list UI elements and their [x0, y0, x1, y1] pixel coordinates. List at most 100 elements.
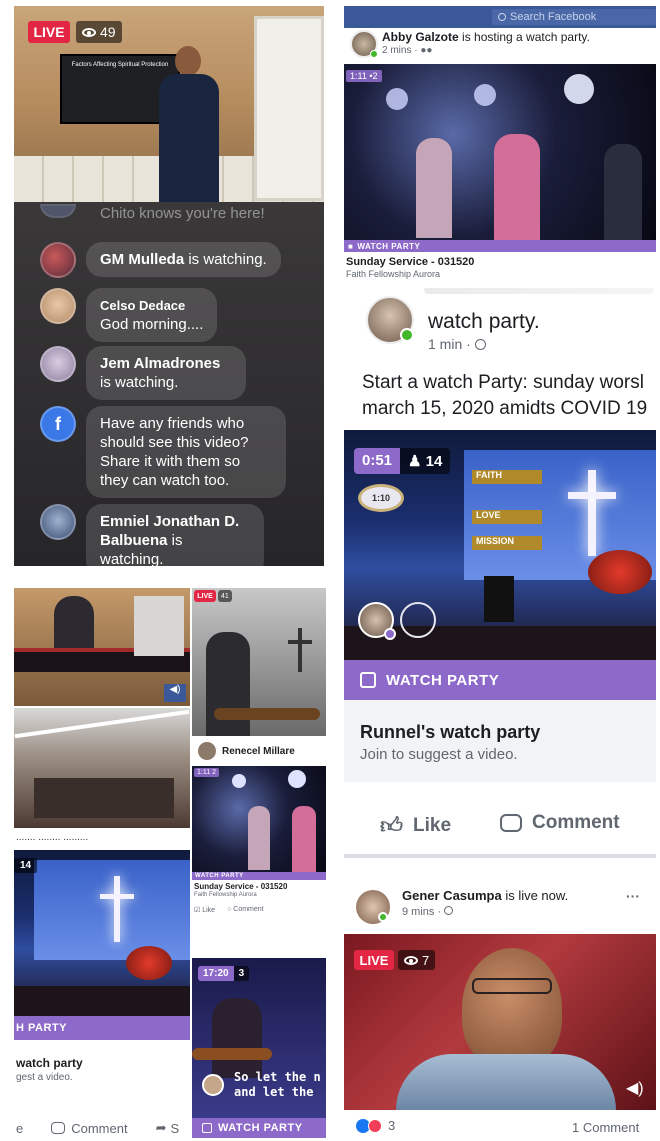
keyboard-player-image[interactable]: ◀)	[14, 588, 190, 706]
participant-avatar[interactable]	[202, 1074, 224, 1096]
guitarist-figure	[206, 632, 250, 736]
video-time-badge: 1:11 2	[194, 768, 219, 777]
live-badge: LIVE	[28, 21, 70, 43]
video-thumbnail[interactable]	[344, 64, 656, 240]
church-interior-image[interactable]	[14, 708, 190, 828]
watch-party-label: WATCH PARTY	[195, 873, 244, 879]
stage-wall	[34, 860, 190, 960]
watch-party-bar[interactable]: WATCH PARTY	[344, 660, 656, 700]
comment-button[interactable]: Comment	[500, 812, 620, 834]
mini-video-thumbnail[interactable]	[192, 766, 326, 872]
live-label: LIVE	[197, 592, 213, 600]
roof-beam	[14, 709, 190, 739]
chat-text: God morning....	[100, 316, 204, 333]
collage-panel: ◀) LIVE 41 Renecel Millare ....... .....…	[14, 588, 326, 1141]
banner-text: LOVE	[476, 510, 501, 520]
avatar[interactable]	[40, 504, 76, 540]
host-name[interactable]: Abby Galzote	[382, 30, 459, 44]
share-prompt-bubble[interactable]: Have any friends who should see this vid…	[86, 406, 286, 498]
monitor	[134, 596, 184, 656]
video-time-badge: 0:51 ♟ 14	[354, 448, 451, 474]
search-placeholder: Search Facebook	[510, 11, 597, 23]
share-button[interactable]: ➦ S	[156, 1120, 180, 1136]
live-video-panel: Factors Affecting Spiritual Protection L…	[14, 6, 324, 566]
chat-text: is watching.	[184, 251, 267, 268]
video-time-badge: 17:20 3	[198, 966, 250, 981]
chat-bubble: GM Mulleda is watching.	[86, 242, 281, 277]
live-badge: LIVE	[194, 590, 216, 602]
speaker-figure	[149, 46, 229, 206]
host-name[interactable]: Gener Casumpa	[402, 888, 502, 903]
video-title[interactable]: Sunday Service - 031520	[194, 882, 287, 891]
time-text: 9 mins ·	[402, 906, 445, 918]
avatar[interactable]	[40, 242, 76, 278]
watch-party-bar[interactable]: ■ WATCH PARTY	[344, 240, 656, 252]
clock-text: 1:10	[371, 493, 390, 503]
add-participant-button[interactable]	[400, 602, 436, 638]
watch-party-label: WATCH PARTY	[357, 241, 421, 251]
comment-count[interactable]: 1 Comment	[572, 1120, 639, 1135]
live-label: LIVE	[33, 24, 65, 40]
facebook-icon: f	[40, 406, 76, 442]
user-row: Renecel Millare	[192, 738, 326, 764]
chat-message: Jem Almadrones is watching.	[40, 346, 246, 400]
cross-icon	[298, 628, 302, 672]
post-text: Start a watch Party: sunday worsl march …	[362, 370, 647, 422]
party-title[interactable]: watch party	[16, 1056, 83, 1070]
viewer-badge: ♟ 14	[400, 448, 451, 474]
chat-bubble: Jem Almadrones is watching.	[86, 346, 246, 400]
church-video-thumbnail[interactable]	[14, 850, 190, 1016]
avatar[interactable]	[40, 288, 76, 324]
watch-party-label: WATCH PARTY	[218, 1122, 303, 1134]
cross-icon	[588, 470, 596, 556]
more-options-button[interactable]: ···	[626, 888, 640, 904]
like-label-partial[interactable]: e	[14, 1121, 23, 1136]
host-action: is live now.	[501, 888, 569, 903]
stage-light	[288, 770, 306, 788]
eyeglasses	[472, 978, 552, 994]
chat-message: Chito knows you're here!	[40, 204, 279, 231]
volume-icon[interactable]: ◀)	[626, 1078, 644, 1098]
comment-button[interactable]: Comment	[51, 1121, 128, 1136]
chat-bubble: Celso Dedace God morning....	[86, 288, 218, 342]
reactions[interactable]: 3	[356, 1118, 395, 1133]
search-icon	[498, 13, 506, 21]
video-title[interactable]: Sunday Service - 031520	[346, 256, 474, 268]
door	[254, 16, 324, 201]
chat-bubble: Chito knows you're here!	[86, 204, 279, 231]
watch-party-label: H PARTY	[16, 1022, 67, 1034]
post-text-line: Start a watch Party: sunday worsl	[362, 372, 644, 393]
search-input[interactable]: Search Facebook	[492, 9, 656, 25]
chat-user-name[interactable]: GM Mulleda	[100, 251, 184, 268]
watch-party-bar[interactable]: WATCH PARTY	[192, 1118, 326, 1138]
time-text: 1 min ·	[428, 336, 475, 352]
avatar	[40, 204, 76, 218]
watch-party-post-small: Search Facebook Abby Galzote is hosting …	[344, 6, 656, 282]
avatar[interactable]	[198, 742, 216, 760]
chat-text: Chito knows you're here!	[100, 205, 265, 222]
viewer-count-badge: 7	[398, 950, 436, 970]
caption-line: So let the n	[234, 1070, 321, 1084]
chat-user-name[interactable]: Jem Almadrones	[100, 355, 220, 372]
comment-label: Comment	[532, 812, 620, 833]
like-button[interactable]: ☑ Like	[194, 906, 215, 914]
guitar-live-video[interactable]	[192, 588, 326, 736]
eye-icon	[82, 27, 96, 37]
chat-bubble: Emniel Jonathan D. Balbuena is watching.	[86, 504, 264, 566]
party-title[interactable]: Runnel's watch party	[360, 722, 540, 743]
wall-clock: 1:10	[358, 484, 404, 512]
user-name[interactable]: Renecel Millare	[222, 746, 295, 757]
singer-figure	[416, 138, 452, 238]
comment-button[interactable]: ○ Comment	[227, 906, 264, 914]
cross-icon-bar	[568, 492, 616, 499]
watch-party-bar[interactable]: WATCH PARTY	[192, 872, 326, 880]
like-button[interactable]: 👍︎ Like	[380, 812, 451, 839]
avatar[interactable]	[40, 346, 76, 382]
viewer-count: 2	[212, 769, 216, 776]
chat-user-name[interactable]: Celso Dedace	[100, 296, 203, 315]
watch-party-icon	[360, 672, 376, 688]
video-time: 17:20	[198, 966, 234, 981]
volume-icon[interactable]: ◀)	[164, 684, 186, 702]
watch-party-bar[interactable]: H PARTY	[14, 1016, 190, 1040]
reaction-count: 3	[388, 1118, 396, 1133]
